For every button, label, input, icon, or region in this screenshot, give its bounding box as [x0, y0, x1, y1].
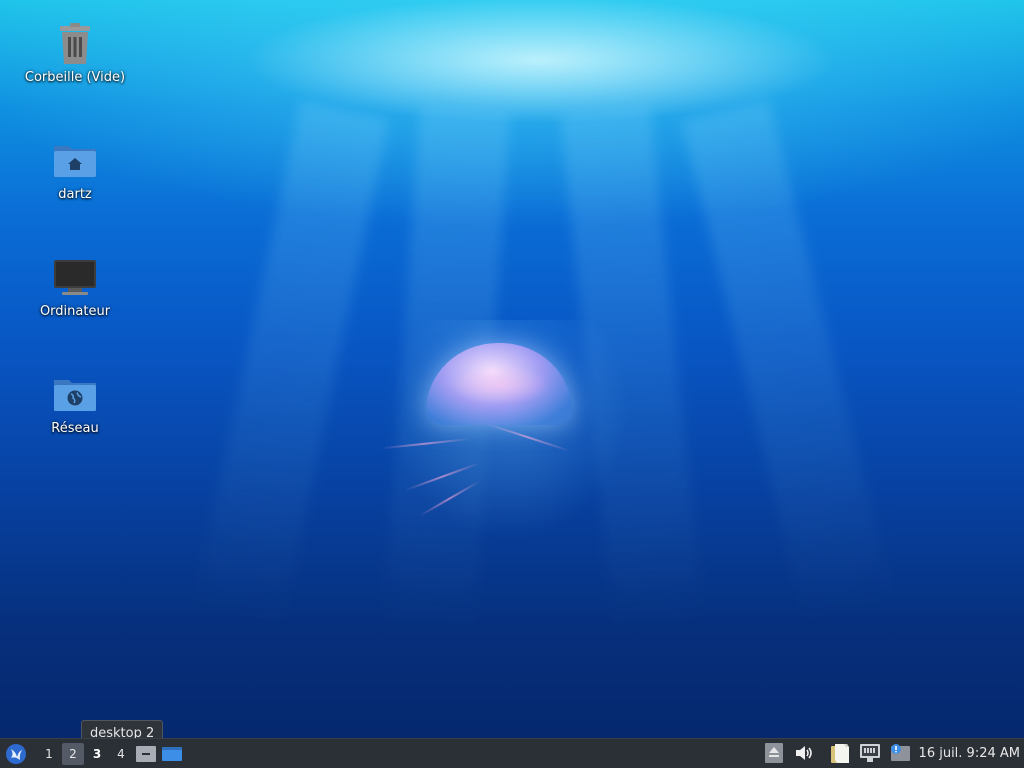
clock[interactable]: 16 juil. 9:24 AM — [919, 746, 1020, 761]
workspace-2-button[interactable]: 2 — [62, 742, 84, 765]
desktop-icon-label: Corbeille (Vide) — [24, 70, 126, 85]
workspace-3-button[interactable]: 3 — [86, 743, 108, 765]
desktop-icon-trash[interactable]: Corbeille (Vide) — [10, 20, 140, 85]
desktop-background[interactable]: Corbeille (Vide) dartz Ordinateur Réseau… — [0, 0, 1024, 768]
system-tray: 16 juil. 9:24 AM — [757, 739, 1024, 767]
clipboard-icon — [830, 744, 849, 763]
network-folder-icon — [51, 371, 99, 419]
window-list-button[interactable] — [160, 742, 184, 766]
taskbar: 1 2 3 4 16 juil. 9:24 AM — [0, 738, 1024, 768]
desktop-switcher-icon — [162, 746, 182, 761]
eject-button[interactable] — [761, 740, 787, 766]
clipboard-button[interactable] — [827, 740, 853, 766]
volume-button[interactable] — [791, 740, 817, 766]
network-button[interactable] — [857, 740, 883, 766]
desktop-icon-home[interactable]: dartz — [10, 137, 140, 202]
speaker-icon — [795, 746, 812, 760]
jellyfish-inner — [450, 365, 550, 405]
desktop-icon-network[interactable]: Réseau — [10, 371, 140, 436]
lubuntu-logo-icon — [6, 743, 26, 764]
desktop-icon-label: dartz — [58, 187, 92, 202]
update-notification-icon — [890, 744, 910, 761]
show-desktop-icon — [136, 745, 156, 762]
light-ray — [681, 99, 895, 626]
start-menu-button[interactable] — [2, 740, 30, 768]
workspace-4-button[interactable]: 4 — [110, 743, 132, 765]
desktop-icon-label: Ordinateur — [39, 304, 111, 319]
light-ray — [192, 100, 390, 628]
updates-notifier-button[interactable] — [887, 740, 913, 766]
trash-icon — [51, 20, 99, 68]
desktop-icon-computer[interactable]: Ordinateur — [10, 254, 140, 319]
eject-icon — [764, 743, 783, 763]
desktop-icon-label: Réseau — [51, 421, 99, 436]
minimize-all-button[interactable] — [134, 742, 158, 766]
home-folder-icon — [51, 137, 99, 185]
workspace-1-button[interactable]: 1 — [38, 743, 60, 765]
wired-network-icon — [859, 744, 880, 762]
computer-icon — [51, 254, 99, 302]
